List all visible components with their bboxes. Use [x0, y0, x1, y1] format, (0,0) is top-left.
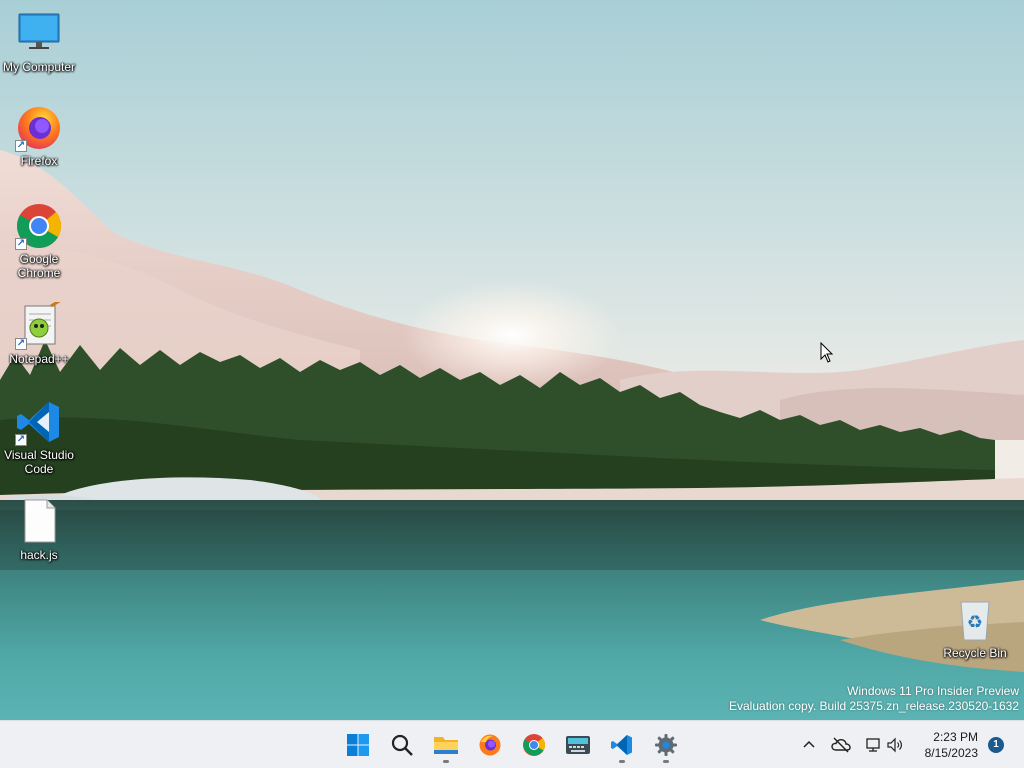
keyboard-icon [566, 736, 590, 754]
desktop-icon-google-chrome[interactable]: ↗ Google Chrome [0, 202, 78, 280]
desktop-icon-notepad-plus-plus[interactable]: ↗ Notepad++ [0, 298, 78, 366]
volume-icon [887, 737, 902, 753]
desktop[interactable]: My Computer ↗ Firefox ↗ Google Chrome ↗ … [0, 0, 1024, 720]
running-indicator [619, 760, 625, 763]
show-hidden-icons-button[interactable] [798, 733, 820, 757]
taskbar-settings[interactable] [646, 725, 686, 765]
chevron-up-icon [803, 740, 815, 748]
search-icon [391, 734, 413, 756]
shortcut-arrow-icon: ↗ [15, 434, 27, 446]
running-indicator [443, 760, 449, 763]
notification-badge[interactable]: 1 [988, 737, 1004, 753]
windows-start-icon [347, 734, 369, 756]
desktop-icon-firefox[interactable]: ↗ Firefox [0, 104, 78, 168]
shortcut-arrow-icon: ↗ [15, 238, 27, 250]
notepad-plus-plus-icon: ↗ [15, 298, 63, 350]
start-button[interactable] [338, 725, 378, 765]
cloud-offline-icon [831, 737, 851, 753]
shortcut-arrow-icon: ↗ [15, 338, 27, 350]
folder-icon [434, 737, 458, 754]
chrome-icon [523, 734, 545, 756]
desktop-icon-my-computer[interactable]: My Computer [0, 10, 78, 74]
watermark-line-1: Windows 11 Pro Insider Preview [847, 684, 1019, 698]
monitor-icon [15, 10, 63, 58]
wallpaper [0, 0, 1024, 720]
shortcut-arrow-icon: ↗ [15, 140, 27, 152]
network-icon [866, 738, 880, 752]
firefox-icon: ↗ [15, 104, 63, 152]
vscode-icon [611, 735, 632, 755]
network-button[interactable] [862, 733, 884, 757]
firefox-icon [479, 734, 501, 756]
volume-button[interactable] [884, 733, 906, 757]
desktop-icon-label: Google Chrome [17, 252, 61, 280]
desktop-icon-label: Recycle Bin [943, 646, 1007, 660]
vscode-icon: ↗ [15, 398, 63, 446]
clock-date: 8/15/2023 [924, 746, 978, 760]
desktop-icon-label: Firefox [20, 154, 58, 168]
desktop-icon-label: My Computer [2, 60, 76, 74]
desktop-icon-recycle-bin[interactable]: ♻ Recycle Bin [936, 596, 1014, 660]
evaluation-watermark: Windows 11 Pro Insider Preview Evaluatio… [729, 684, 1019, 714]
taskbar-file-explorer[interactable] [426, 725, 466, 765]
running-indicator [663, 760, 669, 763]
svg-text:♻: ♻ [967, 612, 983, 633]
taskbar-firefox[interactable] [470, 725, 510, 765]
desktop-icon-hack-js[interactable]: hack.js [0, 498, 78, 562]
file-icon [15, 498, 63, 546]
watermark-line-2: Evaluation copy. Build 25375.zn_release.… [729, 699, 1019, 713]
onedrive-status-button[interactable] [830, 733, 852, 757]
clock[interactable]: 2:23 PM 8/15/2023 [925, 729, 978, 761]
mouse-cursor-icon [820, 342, 834, 363]
clock-time: 2:23 PM [933, 730, 978, 744]
taskbar-keyboard-app[interactable] [558, 725, 598, 765]
desktop-icon-label: Visual Studio Code [4, 448, 74, 476]
desktop-icon-label: Notepad++ [9, 352, 69, 366]
taskbar-chrome[interactable] [514, 725, 554, 765]
chrome-icon: ↗ [15, 202, 63, 250]
desktop-icon-label: hack.js [20, 548, 58, 562]
taskbar-vscode[interactable] [602, 725, 642, 765]
desktop-icon-visual-studio-code[interactable]: ↗ Visual Studio Code [0, 398, 78, 476]
gear-icon [655, 734, 677, 756]
recycle-bin-icon: ♻ [951, 596, 999, 644]
search-button[interactable] [382, 725, 422, 765]
taskbar: 2:23 PM 8/15/2023 1 [0, 720, 1024, 768]
